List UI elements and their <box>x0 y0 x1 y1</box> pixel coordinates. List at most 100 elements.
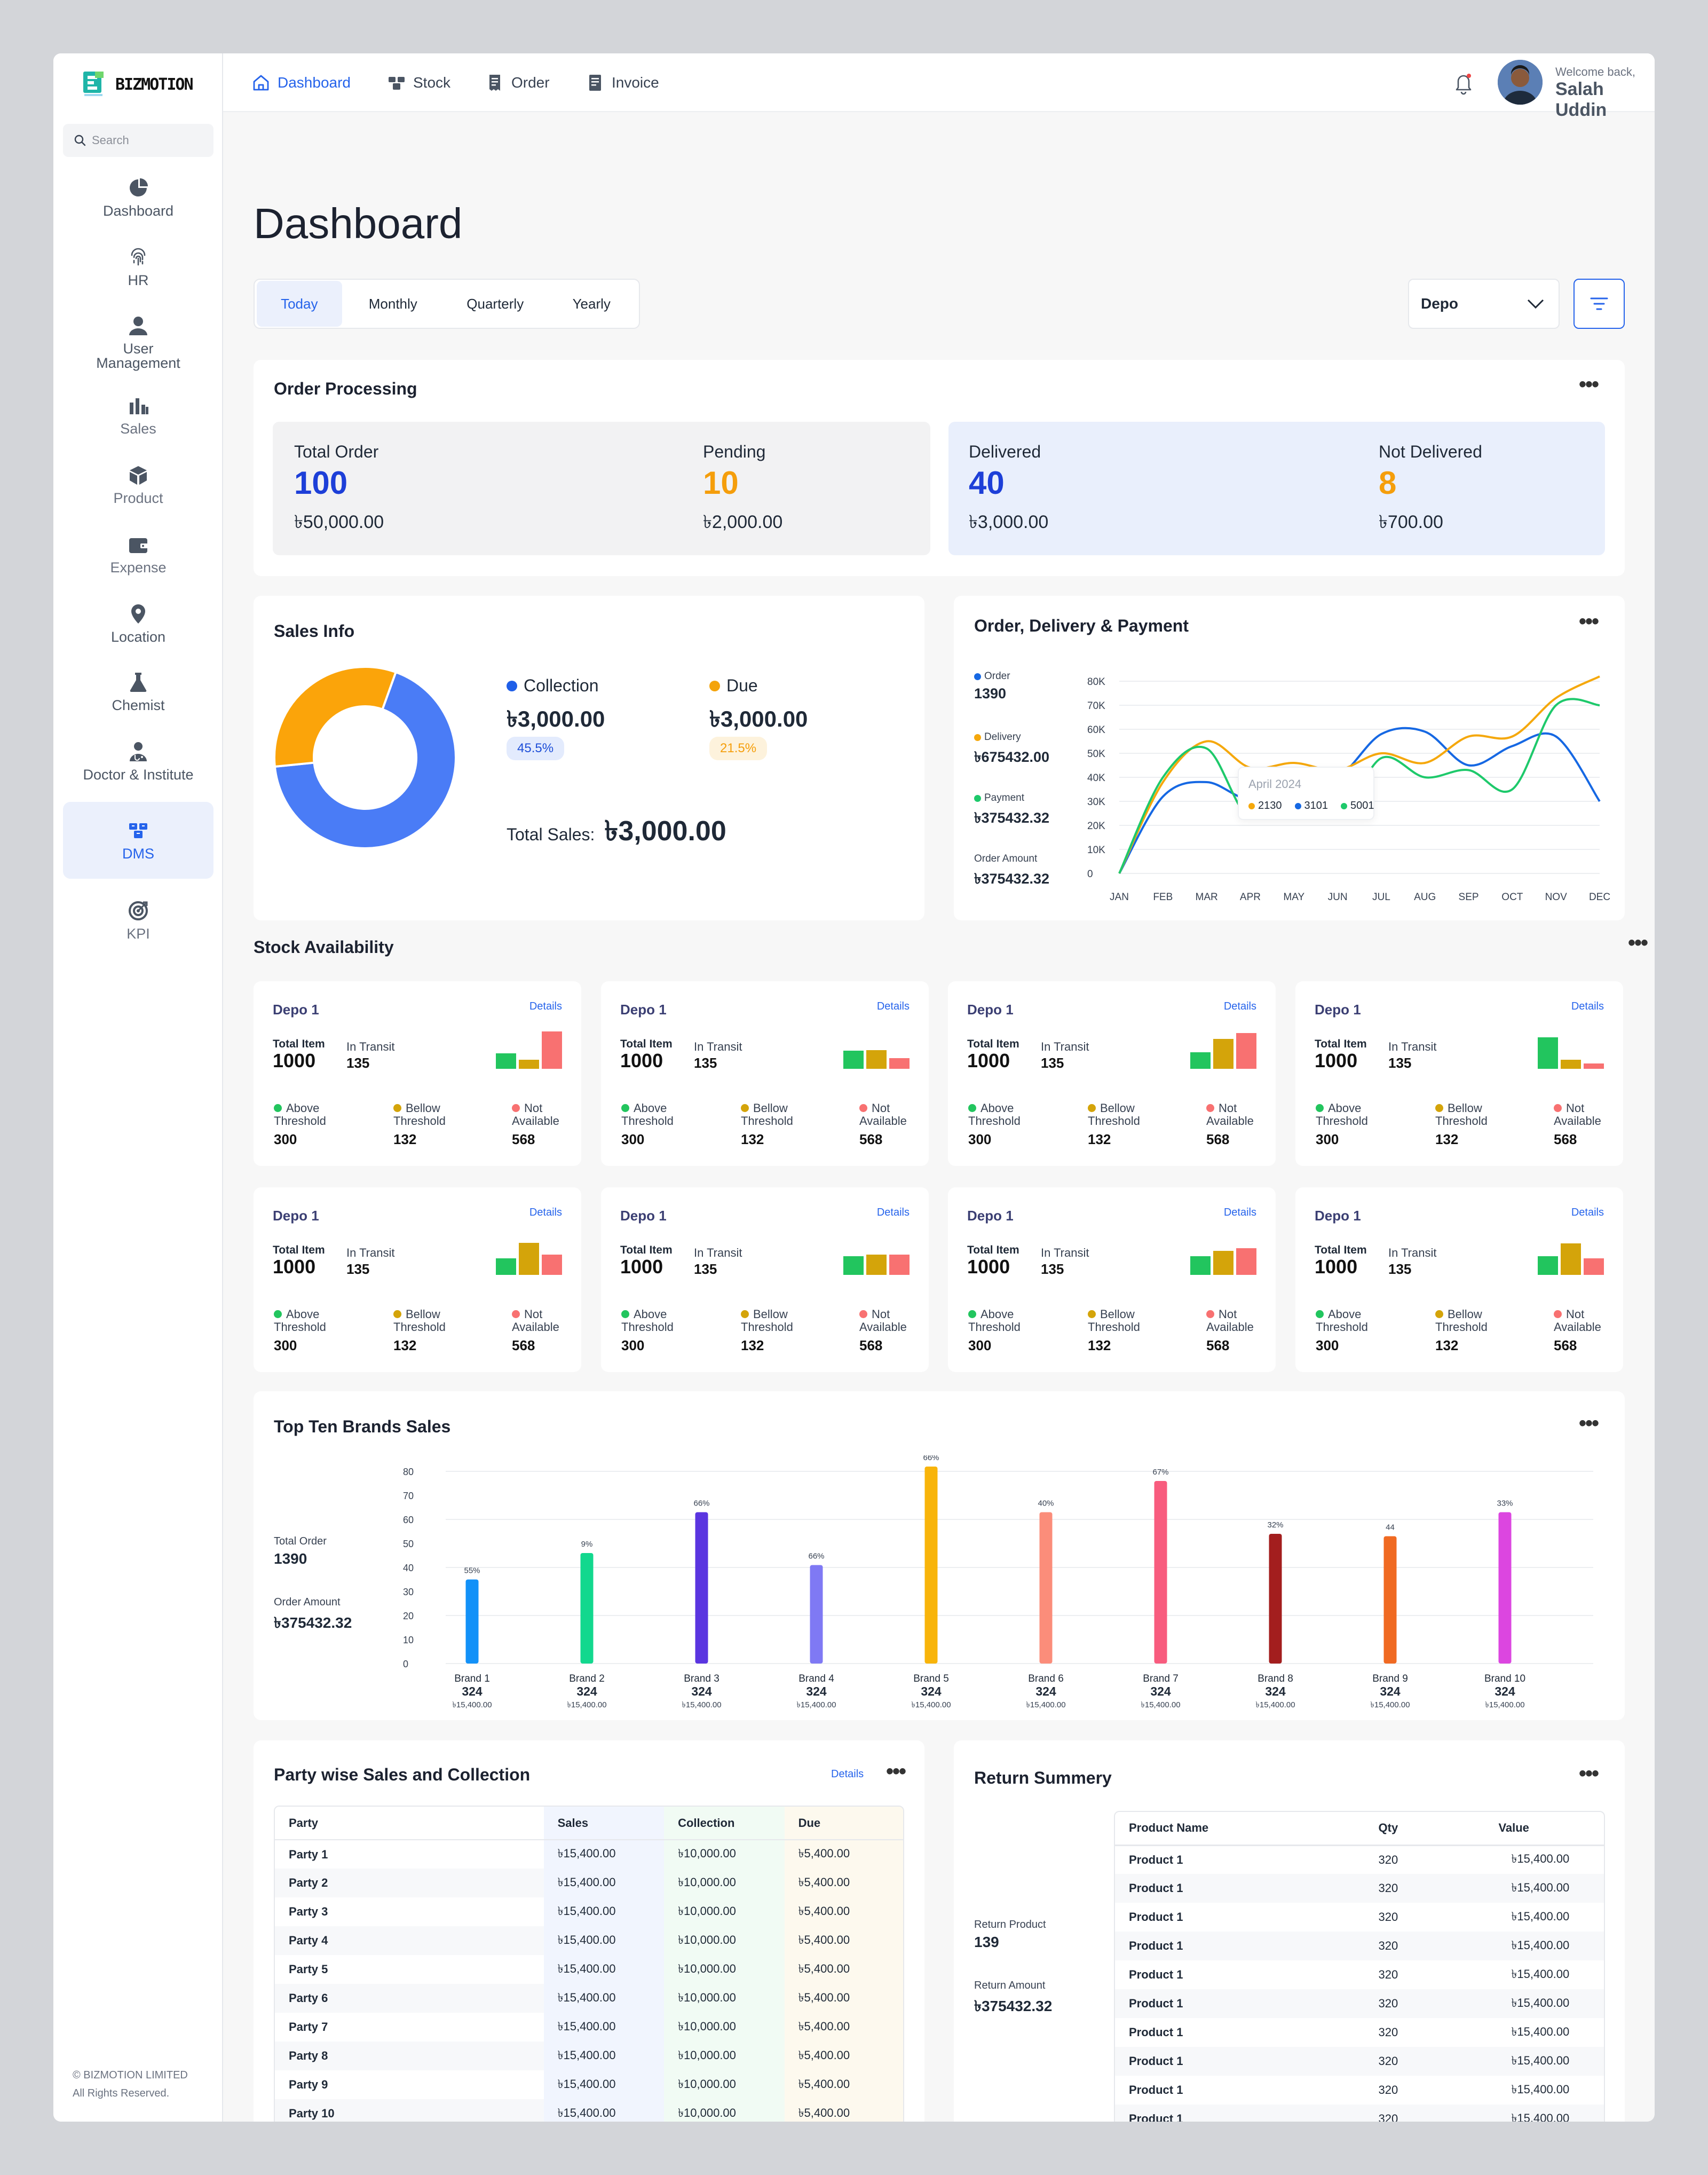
period-tabs: Today Monthly Quarterly Yearly <box>254 279 640 329</box>
table-row[interactable]: Party 5 ৳15,400.00 ৳10,000.00 ৳5,400.00 <box>275 1955 903 1984</box>
sidebar-item-dashboard[interactable]: Dashboard <box>63 177 213 231</box>
brand-bar[interactable] <box>1498 1512 1512 1664</box>
table-row[interactable]: Party 10 ৳15,400.00 ৳10,000.00 ৳5,400.00 <box>275 2099 903 2122</box>
sidebar-item-hr[interactable]: HR <box>63 247 213 289</box>
table-row[interactable]: Party 1 ৳15,400.00 ৳10,000.00 ৳5,400.00 <box>275 1840 903 1869</box>
main-content: Dashboard Today Monthly Quarterly Yearly… <box>223 112 1655 2122</box>
collection-amount: ৳3,000.00 <box>507 706 605 731</box>
brand-bar[interactable] <box>1154 1481 1167 1664</box>
sidebar-item-doctor-institute[interactable]: Doctor & Institute <box>63 741 213 794</box>
brand-bar[interactable] <box>1383 1536 1397 1664</box>
stock-details-link[interactable]: Details <box>1571 1207 1604 1219</box>
sidebar-item-expense[interactable]: Expense <box>63 534 213 582</box>
table-row[interactable]: Party 3 ৳15,400.00 ৳10,000.00 ৳5,400.00 <box>275 1897 903 1926</box>
stock-legend-item: Above Threshold 300 <box>968 1308 1021 1352</box>
stock-details-link[interactable]: Details <box>1571 1000 1604 1013</box>
sidebar-item-kpi[interactable]: KPI <box>63 900 213 948</box>
legend-line: Bellow <box>393 1308 446 1321</box>
topnav-stock[interactable]: Stock <box>388 53 450 112</box>
table-cell: 320 <box>1378 1968 1398 1981</box>
sidebar-item-user-management[interactable]: User Management <box>63 315 213 379</box>
more-icon[interactable]: ••• <box>1579 1763 1599 1784</box>
legend-dot <box>974 794 981 802</box>
table-row[interactable]: Product 1 320 ৳15,400.00 <box>1115 1932 1604 1960</box>
table-row[interactable]: Party 6 ৳15,400.00 ৳10,000.00 ৳5,400.00 <box>275 1984 903 2013</box>
box-icon <box>130 466 147 485</box>
tab-monthly[interactable]: Monthly <box>342 281 444 327</box>
table-row[interactable]: Party 8 ৳15,400.00 ৳10,000.00 ৳5,400.00 <box>275 2042 903 2070</box>
stock-depo-name: Depo 1 <box>1315 1208 1361 1224</box>
table-row[interactable]: Party 7 ৳15,400.00 ৳10,000.00 ৳5,400.00 <box>275 2013 903 2042</box>
party-details-link[interactable]: Details <box>831 1768 864 1780</box>
tab-today[interactable]: Today <box>257 281 342 327</box>
brand-bar[interactable] <box>924 1467 938 1664</box>
more-icon[interactable]: ••• <box>1579 374 1599 395</box>
table-row[interactable]: Product 1 320 ৳15,400.00 <box>1115 1903 1604 1932</box>
brand-bar[interactable] <box>465 1579 479 1664</box>
stock-details-link[interactable]: Details <box>1224 1207 1256 1219</box>
legend-text: Bellow <box>1448 1307 1482 1321</box>
avatar[interactable] <box>1498 60 1543 105</box>
table-header-cell[interactable]: Product Name <box>1115 1812 1365 1845</box>
table-header-cell[interactable]: Collection <box>664 1807 785 1840</box>
brand-logo[interactable]: BIZMOTION <box>81 69 194 99</box>
table-row[interactable]: Product 1 320 ৳15,400.00 <box>1115 1845 1604 1874</box>
table-row[interactable]: Party 2 ৳15,400.00 ৳10,000.00 ৳5,400.00 <box>275 1869 903 1897</box>
stock-card: Depo 1 Details Total Item 1000 In Transit 135… <box>601 981 929 1166</box>
brand-bar[interactable] <box>810 1565 823 1664</box>
stock-details-link[interactable]: Details <box>877 1000 910 1013</box>
table-row[interactable]: Product 1 320 ৳15,400.00 <box>1115 1989 1604 2018</box>
sidebar-item-product[interactable]: Product <box>63 464 213 513</box>
table-row[interactable]: Product 1 320 ৳15,400.00 <box>1115 2018 1604 2047</box>
stock-legend-item: Above Threshold 300 <box>274 1308 326 1352</box>
notification-button[interactable] <box>1453 70 1474 95</box>
table-row[interactable]: Product 1 320 ৳15,400.00 <box>1115 2047 1604 2076</box>
sidebar-item-chemist[interactable]: Chemist <box>63 672 213 720</box>
stock-details-link[interactable]: Details <box>529 1000 562 1013</box>
tab-yearly[interactable]: Yearly <box>546 281 637 327</box>
legend-text: Order <box>984 671 1010 682</box>
brand-bar[interactable] <box>580 1553 594 1664</box>
brand-bar[interactable] <box>1039 1512 1053 1664</box>
party-table: Party Sales Collection Due Party 1 ৳15,400.00… <box>274 1806 904 2122</box>
stock-details-link[interactable]: Details <box>529 1207 562 1219</box>
brand-bar[interactable] <box>695 1512 708 1664</box>
search-box[interactable] <box>63 124 213 157</box>
bar-data-label: 67% <box>1152 1468 1168 1477</box>
table-header-cell[interactable]: Qty <box>1365 1812 1485 1845</box>
table-header-cell[interactable]: Sales <box>543 1807 665 1840</box>
table-header-cell[interactable]: Due <box>784 1807 903 1840</box>
search-input[interactable] <box>92 133 209 147</box>
more-icon[interactable]: ••• <box>886 1761 906 1782</box>
stock-details-link[interactable]: Details <box>877 1207 910 1219</box>
table-header-cell[interactable]: Party <box>275 1807 544 1840</box>
more-icon[interactable]: ••• <box>1628 932 1648 953</box>
depo-select[interactable]: Depo <box>1408 279 1560 329</box>
filter-button[interactable] <box>1573 279 1625 329</box>
tab-quarterly[interactable]: Quarterly <box>444 281 546 327</box>
table-row[interactable]: Product 1 320 ৳15,400.00 <box>1115 2105 1604 2122</box>
table-cell: Product 1 <box>1129 1997 1183 2010</box>
topnav-order[interactable]: Order <box>486 53 550 112</box>
table-cell: ৳10,000.00 <box>664 1840 785 1869</box>
more-icon[interactable]: ••• <box>1579 611 1599 632</box>
sidebar-item-dms[interactable]: DMS <box>63 802 213 879</box>
table-row[interactable]: Party 4 ৳15,400.00 ৳10,000.00 ৳5,400.00 <box>275 1926 903 1955</box>
topnav-invoice[interactable]: Invoice <box>586 53 659 112</box>
table-row[interactable]: Party 9 ৳15,400.00 ৳10,000.00 ৳5,400.00 <box>275 2070 903 2099</box>
x-tick-label: MAR <box>1196 892 1218 903</box>
topnav-dashboard[interactable]: Dashboard <box>252 53 351 112</box>
table-header-cell[interactable]: Value <box>1484 1812 1604 1845</box>
brand-bar[interactable] <box>1269 1534 1282 1664</box>
sidebar-item-sales[interactable]: Sales <box>63 395 213 438</box>
table-row[interactable]: Product 1 320 ৳15,400.00 <box>1115 2076 1604 2105</box>
donut-slice-due[interactable] <box>273 666 398 768</box>
stock-details-link[interactable]: Details <box>1224 1000 1256 1013</box>
y-tick-label: 70K <box>1087 700 1105 712</box>
sidebar-item-location[interactable]: Location <box>63 603 213 651</box>
table-row[interactable]: Product 1 320 ৳15,400.00 <box>1115 1874 1604 1903</box>
more-icon[interactable]: ••• <box>1579 1413 1599 1434</box>
table-row[interactable]: Product 1 320 ৳15,400.00 <box>1115 1960 1604 1989</box>
stock-legend-value: 568 <box>859 1131 883 1147</box>
fingerprint-icon <box>131 248 146 266</box>
